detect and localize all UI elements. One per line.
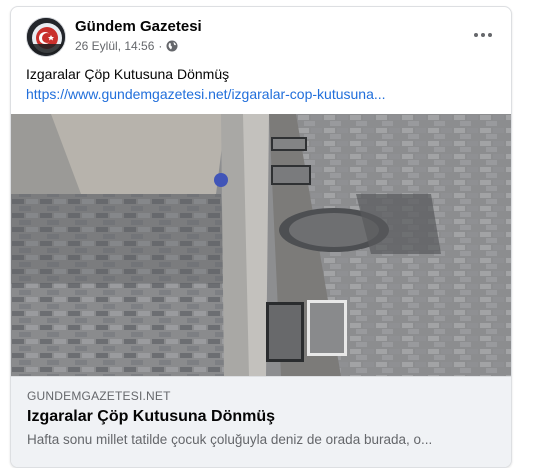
- facebook-post-card: Gündem Gazetesi 26 Eylül, 14:56 · Izgara…: [10, 6, 512, 468]
- meta-separator: ·: [158, 39, 163, 53]
- globe-icon[interactable]: [166, 40, 178, 52]
- post-text: Izgaralar Çöp Kutusuna Dönmüş: [26, 66, 230, 82]
- post-photo[interactable]: [11, 114, 511, 376]
- preview-title[interactable]: Izgaralar Çöp Kutusuna Dönmüş: [27, 408, 275, 426]
- link-preview[interactable]: GUNDEMGAZETESI.NET Izgaralar Çöp Kutusun…: [11, 376, 511, 467]
- post-url-link[interactable]: https://www.gundemgazetesi.net/izgaralar…: [26, 86, 386, 102]
- preview-domain: GUNDEMGAZETESI.NET: [27, 389, 171, 403]
- post-meta: 26 Eylül, 14:56 ·: [75, 39, 178, 53]
- page-avatar[interactable]: [26, 17, 66, 57]
- more-options-icon[interactable]: [467, 22, 499, 48]
- preview-description: Hafta sonu millet tatilde çocuk çoluğuyl…: [27, 432, 433, 447]
- page-name-link[interactable]: Gündem Gazetesi: [75, 18, 202, 35]
- post-header: Gündem Gazetesi 26 Eylül, 14:56 ·: [11, 7, 511, 65]
- post-timestamp[interactable]: 26 Eylül, 14:56: [75, 39, 154, 53]
